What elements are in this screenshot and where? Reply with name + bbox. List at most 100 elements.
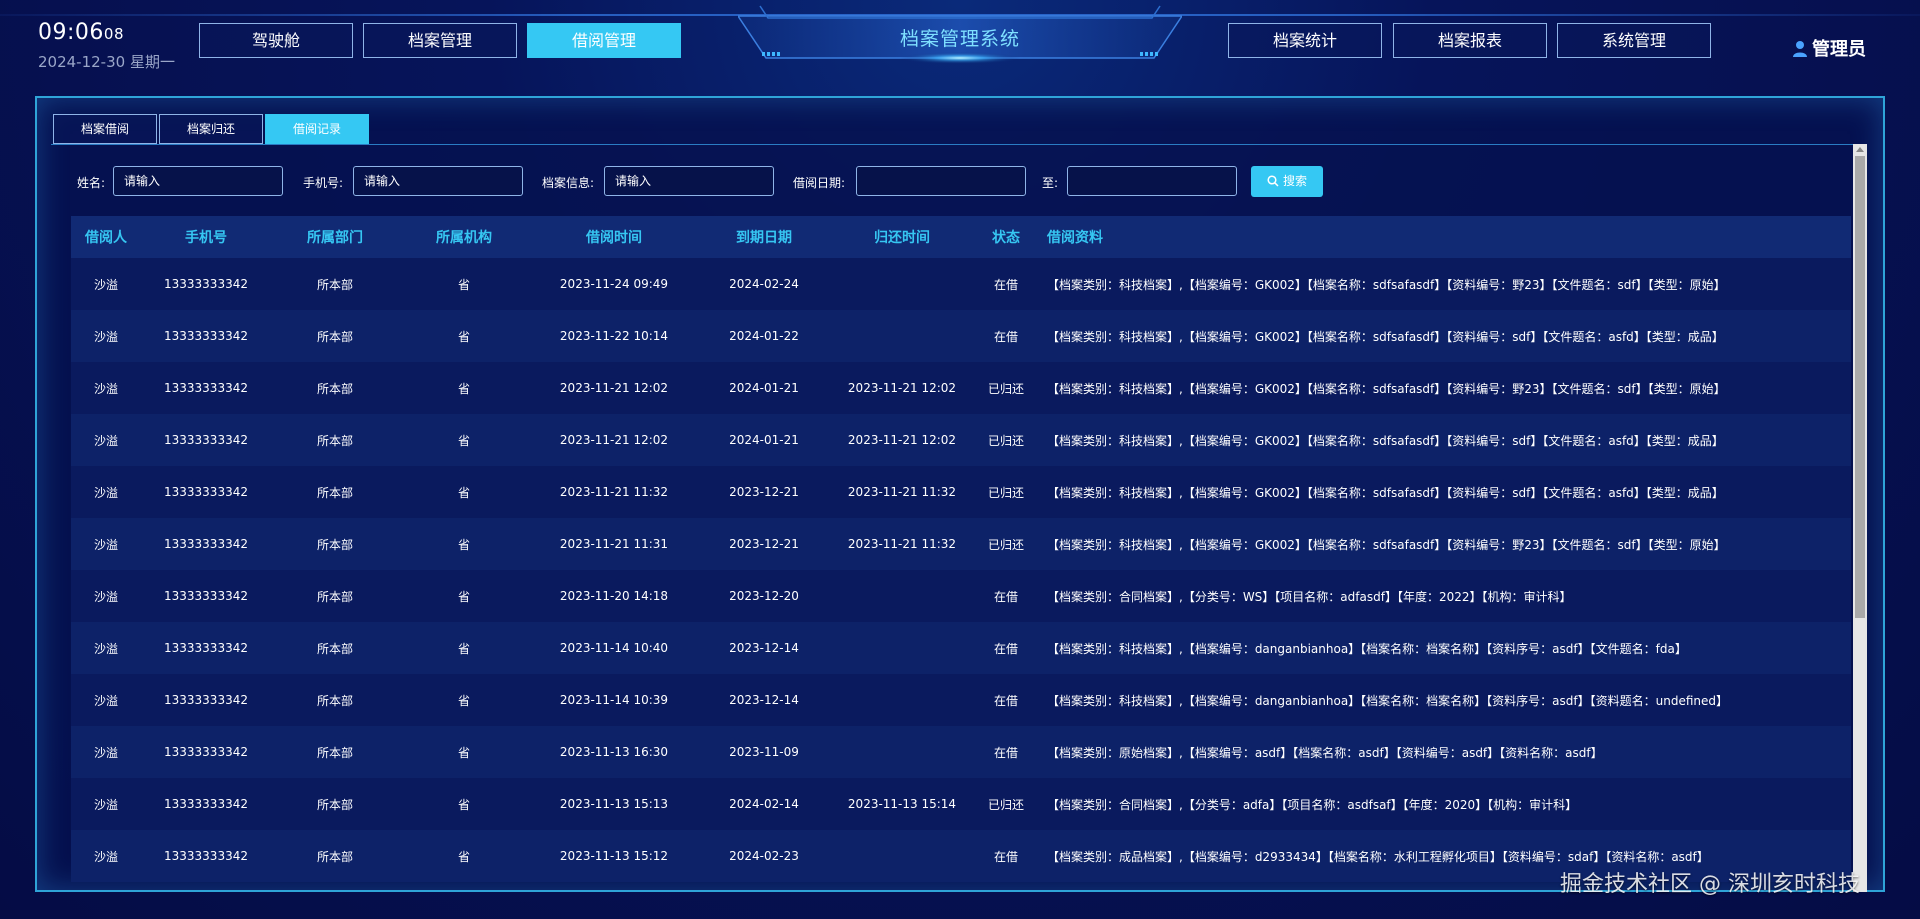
return-time-cell: 2023-11-21 11:32: [847, 537, 957, 551]
phone-cell: 13333333342: [164, 485, 248, 499]
column-header: 借阅时间: [586, 230, 642, 246]
nav-archive-management[interactable]: 档案管理: [363, 23, 517, 58]
column-header: 所属机构: [436, 230, 492, 246]
borrowed-material-cell: 【档案类别：科技档案】,【档案编号：GK002】【档案名称：sdfsafasdf…: [1047, 381, 1726, 396]
borrower-cell: 沙溢: [93, 381, 118, 396]
table-row[interactable]: 沙溢 13333333342 所本部 省 2023-11-13 15:13 2024-02…: [71, 778, 1851, 830]
due-date-cell: 2024-01-22: [729, 329, 799, 343]
name-input[interactable]: [113, 166, 283, 196]
user-name: 管理员: [1812, 39, 1866, 60]
column-header: 状态: [992, 230, 1020, 246]
phone-cell: 13333333342: [164, 641, 248, 655]
borrow-time-cell: 2023-11-21 12:02: [559, 433, 669, 447]
table-row[interactable]: 沙溢 13333333342 所本部 省 2023-11-21 11:32 2023-12…: [71, 466, 1851, 518]
nav-archive-reports[interactable]: 档案报表: [1393, 23, 1547, 58]
borrow-time-cell: 2023-11-13 15:13: [559, 797, 669, 811]
table-row[interactable]: 沙溢 13333333342 所本部 省 2023-11-14 10:39 2023-12…: [71, 674, 1851, 726]
borrowed-material-cell: 【档案类别：科技档案】,【档案编号：GK002】【档案名称：sdfsafasdf…: [1047, 485, 1724, 500]
borrow-time-cell: 2023-11-21 11:31: [559, 537, 669, 551]
organization-cell: 省: [457, 433, 470, 448]
table-scrollbar[interactable]: [1853, 144, 1867, 892]
table-row[interactable]: 沙溢 13333333342 所本部 省 2023-11-22 10:14 2024-01…: [71, 310, 1851, 362]
main-panel: 档案借阅 档案归还 借阅记录 姓名: 手机号: 档案信息: 借阅日期: 至: 搜…: [35, 96, 1885, 892]
borrow-time-cell: 2023-11-20 14:18: [559, 589, 669, 603]
status-cell: 在借: [993, 693, 1018, 708]
nav-borrow-management[interactable]: 借阅管理: [527, 23, 681, 58]
organization-cell: 省: [457, 589, 470, 604]
table-row[interactable]: 沙溢 13333333342 所本部 省 2023-11-21 12:02 2024-01…: [71, 362, 1851, 414]
department-cell: 所本部: [316, 589, 353, 604]
clock-hhmm: 09:06: [38, 20, 104, 45]
borrow-date-label: 借阅日期:: [793, 176, 846, 190]
borrowed-material-cell: 【档案类别：合同档案】,【分类号：adfa】【项目名称：asdfsaf】【年度：…: [1047, 797, 1578, 812]
phone-cell: 13333333342: [164, 745, 248, 759]
return-time-cell: [829, 258, 975, 310]
tab-archive-return[interactable]: 档案归还: [159, 114, 263, 144]
phone-cell: 13333333342: [164, 849, 248, 863]
tab-borrow-records[interactable]: 借阅记录: [265, 114, 369, 144]
borrow-records-table: 借阅人 手机号 所属部门 所属机构 借阅时间 到期日期 归还时间 状态 借阅资料 沙溢 13333…: [71, 216, 1851, 882]
borrower-cell: 沙溢: [93, 745, 118, 760]
phone-input[interactable]: [353, 166, 523, 196]
borrower-cell: 沙溢: [93, 433, 118, 448]
nav-cockpit[interactable]: 驾驶舱: [199, 23, 353, 58]
due-date-cell: 2023-12-21: [729, 485, 799, 499]
borrow-date-start-input[interactable]: [856, 166, 1026, 196]
borrowed-material-cell: 【档案类别：科技档案】,【档案编号：GK002】【档案名称：sdfsafasdf…: [1047, 329, 1724, 344]
due-date-cell: 2023-11-09: [729, 745, 799, 759]
status-cell: 已归还: [987, 797, 1024, 812]
nav-archive-statistics[interactable]: 档案统计: [1228, 23, 1382, 58]
table-row[interactable]: 沙溢 13333333342 所本部 省 2023-11-24 09:49 2024-02…: [71, 258, 1851, 310]
column-header: 归还时间: [874, 230, 930, 246]
filter-bar: 姓名: 手机号: 档案信息: 借阅日期: 至: 搜索: [37, 166, 1837, 198]
table-row[interactable]: 沙溢 13333333342 所本部 省 2023-11-14 10:40 2023-12…: [71, 622, 1851, 674]
borrow-time-cell: 2023-11-21 12:02: [559, 381, 669, 395]
tab-archive-borrow[interactable]: 档案借阅: [53, 114, 157, 144]
borrowed-material-cell: 【档案类别：科技档案】,【档案编号：danganbianhoa】【档案名称：档案…: [1047, 693, 1729, 708]
phone-cell: 13333333342: [164, 693, 248, 707]
user-menu[interactable]: 管理员: [1792, 35, 1866, 61]
clock-date: 2024-12-30 星期一: [38, 53, 175, 71]
borrowed-material-cell: 【档案类别：合同档案】,【分类号：WS】【项目名称：adfasdf】【年度：20…: [1047, 589, 1572, 604]
column-header: 到期日期: [736, 230, 792, 246]
return-time-cell: [829, 830, 975, 882]
borrowed-material-cell: 【档案类别：科技档案】,【档案编号：danganbianhoa】【档案名称：档案…: [1047, 641, 1687, 656]
borrower-cell: 沙溢: [93, 537, 118, 552]
search-button[interactable]: 搜索: [1251, 166, 1323, 197]
organization-cell: 省: [457, 849, 470, 864]
borrow-date-end-input[interactable]: [1067, 166, 1237, 196]
due-date-cell: 2023-12-21: [729, 537, 799, 551]
archive-info-input[interactable]: [604, 166, 774, 196]
search-icon: [1267, 175, 1279, 187]
borrower-cell: 沙溢: [93, 277, 118, 292]
nav-system-management[interactable]: 系统管理: [1557, 23, 1711, 58]
table-row[interactable]: 沙溢 13333333342 所本部 省 2023-11-20 14:18 2023-12…: [71, 570, 1851, 622]
search-button-label: 搜索: [1282, 174, 1307, 188]
date-to-label: 至:: [1042, 176, 1059, 190]
archive-info-label: 档案信息:: [542, 176, 595, 190]
borrow-time-cell: 2023-11-21 11:32: [559, 485, 669, 499]
status-cell: 已归还: [987, 485, 1024, 500]
due-date-cell: 2024-02-24: [729, 277, 799, 291]
table-row[interactable]: 沙溢 13333333342 所本部 省 2023-11-21 11:31 2023-12…: [71, 518, 1851, 570]
department-cell: 所本部: [316, 381, 353, 396]
department-cell: 所本部: [316, 797, 353, 812]
department-cell: 所本部: [316, 433, 353, 448]
status-cell: 在借: [993, 849, 1018, 864]
department-cell: 所本部: [316, 537, 353, 552]
watermark: 掘金技术社区 @ 深圳亥时科技: [1560, 872, 1860, 897]
status-cell: 在借: [993, 641, 1018, 656]
table-row[interactable]: 沙溢 13333333342 所本部 省 2023-11-13 16:30 2023-11…: [71, 726, 1851, 778]
top-header: 09:0608 2024-12-30 星期一 驾驶舱 档案管理 借阅管理 档案管…: [0, 0, 1920, 90]
user-icon: [1793, 41, 1807, 57]
return-time-cell: [829, 674, 975, 726]
department-cell: 所本部: [316, 485, 353, 500]
borrower-cell: 沙溢: [93, 641, 118, 656]
due-date-cell: 2023-12-14: [729, 693, 799, 707]
scroll-up-arrow[interactable]: [1856, 147, 1864, 152]
scroll-thumb[interactable]: [1855, 156, 1865, 618]
name-label: 姓名:: [77, 176, 106, 190]
table-row[interactable]: 沙溢 13333333342 所本部 省 2023-11-21 12:02 2024-01…: [71, 414, 1851, 466]
borrowed-material-cell: 【档案类别：科技档案】,【档案编号：GK002】【档案名称：sdfsafasdf…: [1047, 433, 1724, 448]
organization-cell: 省: [457, 485, 470, 500]
